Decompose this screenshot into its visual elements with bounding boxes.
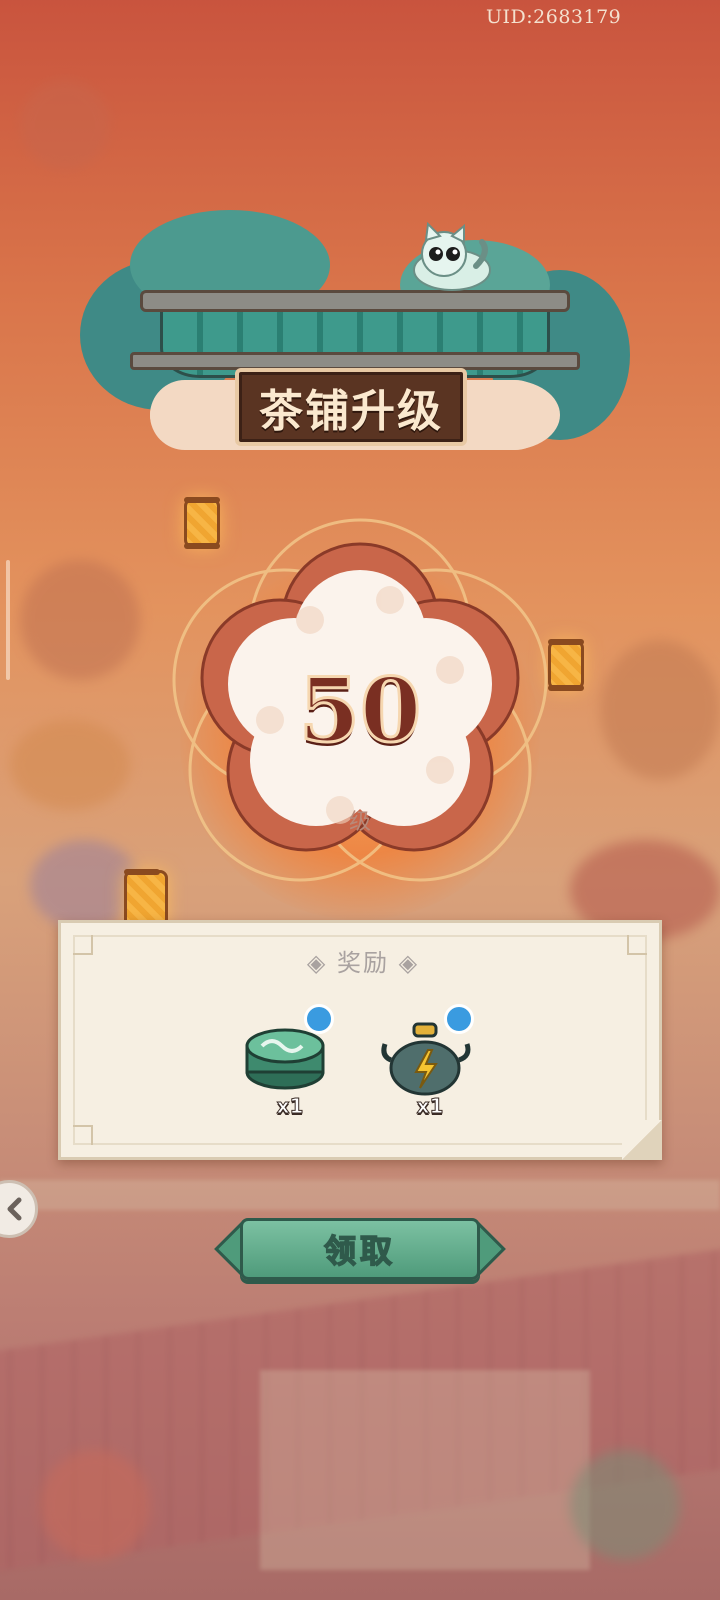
reward-quantity: x1 bbox=[276, 1094, 304, 1119]
level-number: 50 bbox=[297, 657, 422, 764]
page-title: 茶铺升级 bbox=[259, 386, 443, 437]
reward-item[interactable]: x1 bbox=[240, 1004, 340, 1120]
claim-button[interactable]: 领取 bbox=[240, 1218, 480, 1280]
cat-mascot-icon bbox=[413, 222, 491, 291]
reward-quantity: x1 bbox=[416, 1094, 444, 1119]
header-banner: 茶铺升级 bbox=[70, 200, 630, 480]
reward-panel: ◈ 奖励 ◈ bbox=[58, 920, 662, 1160]
reward-item[interactable]: x1 bbox=[380, 1004, 480, 1120]
inspect-icon[interactable] bbox=[304, 1004, 334, 1034]
title-plaque: 茶铺升级 bbox=[235, 368, 467, 446]
inspect-icon[interactable] bbox=[444, 1004, 474, 1034]
uid-label: UID:2683179 bbox=[486, 6, 622, 28]
chevron-left-icon bbox=[7, 1197, 22, 1221]
level-unit: 级 bbox=[348, 810, 371, 835]
reward-title: ◈ 奖励 ◈ bbox=[306, 949, 420, 977]
claim-label: 领取 bbox=[323, 1231, 396, 1271]
